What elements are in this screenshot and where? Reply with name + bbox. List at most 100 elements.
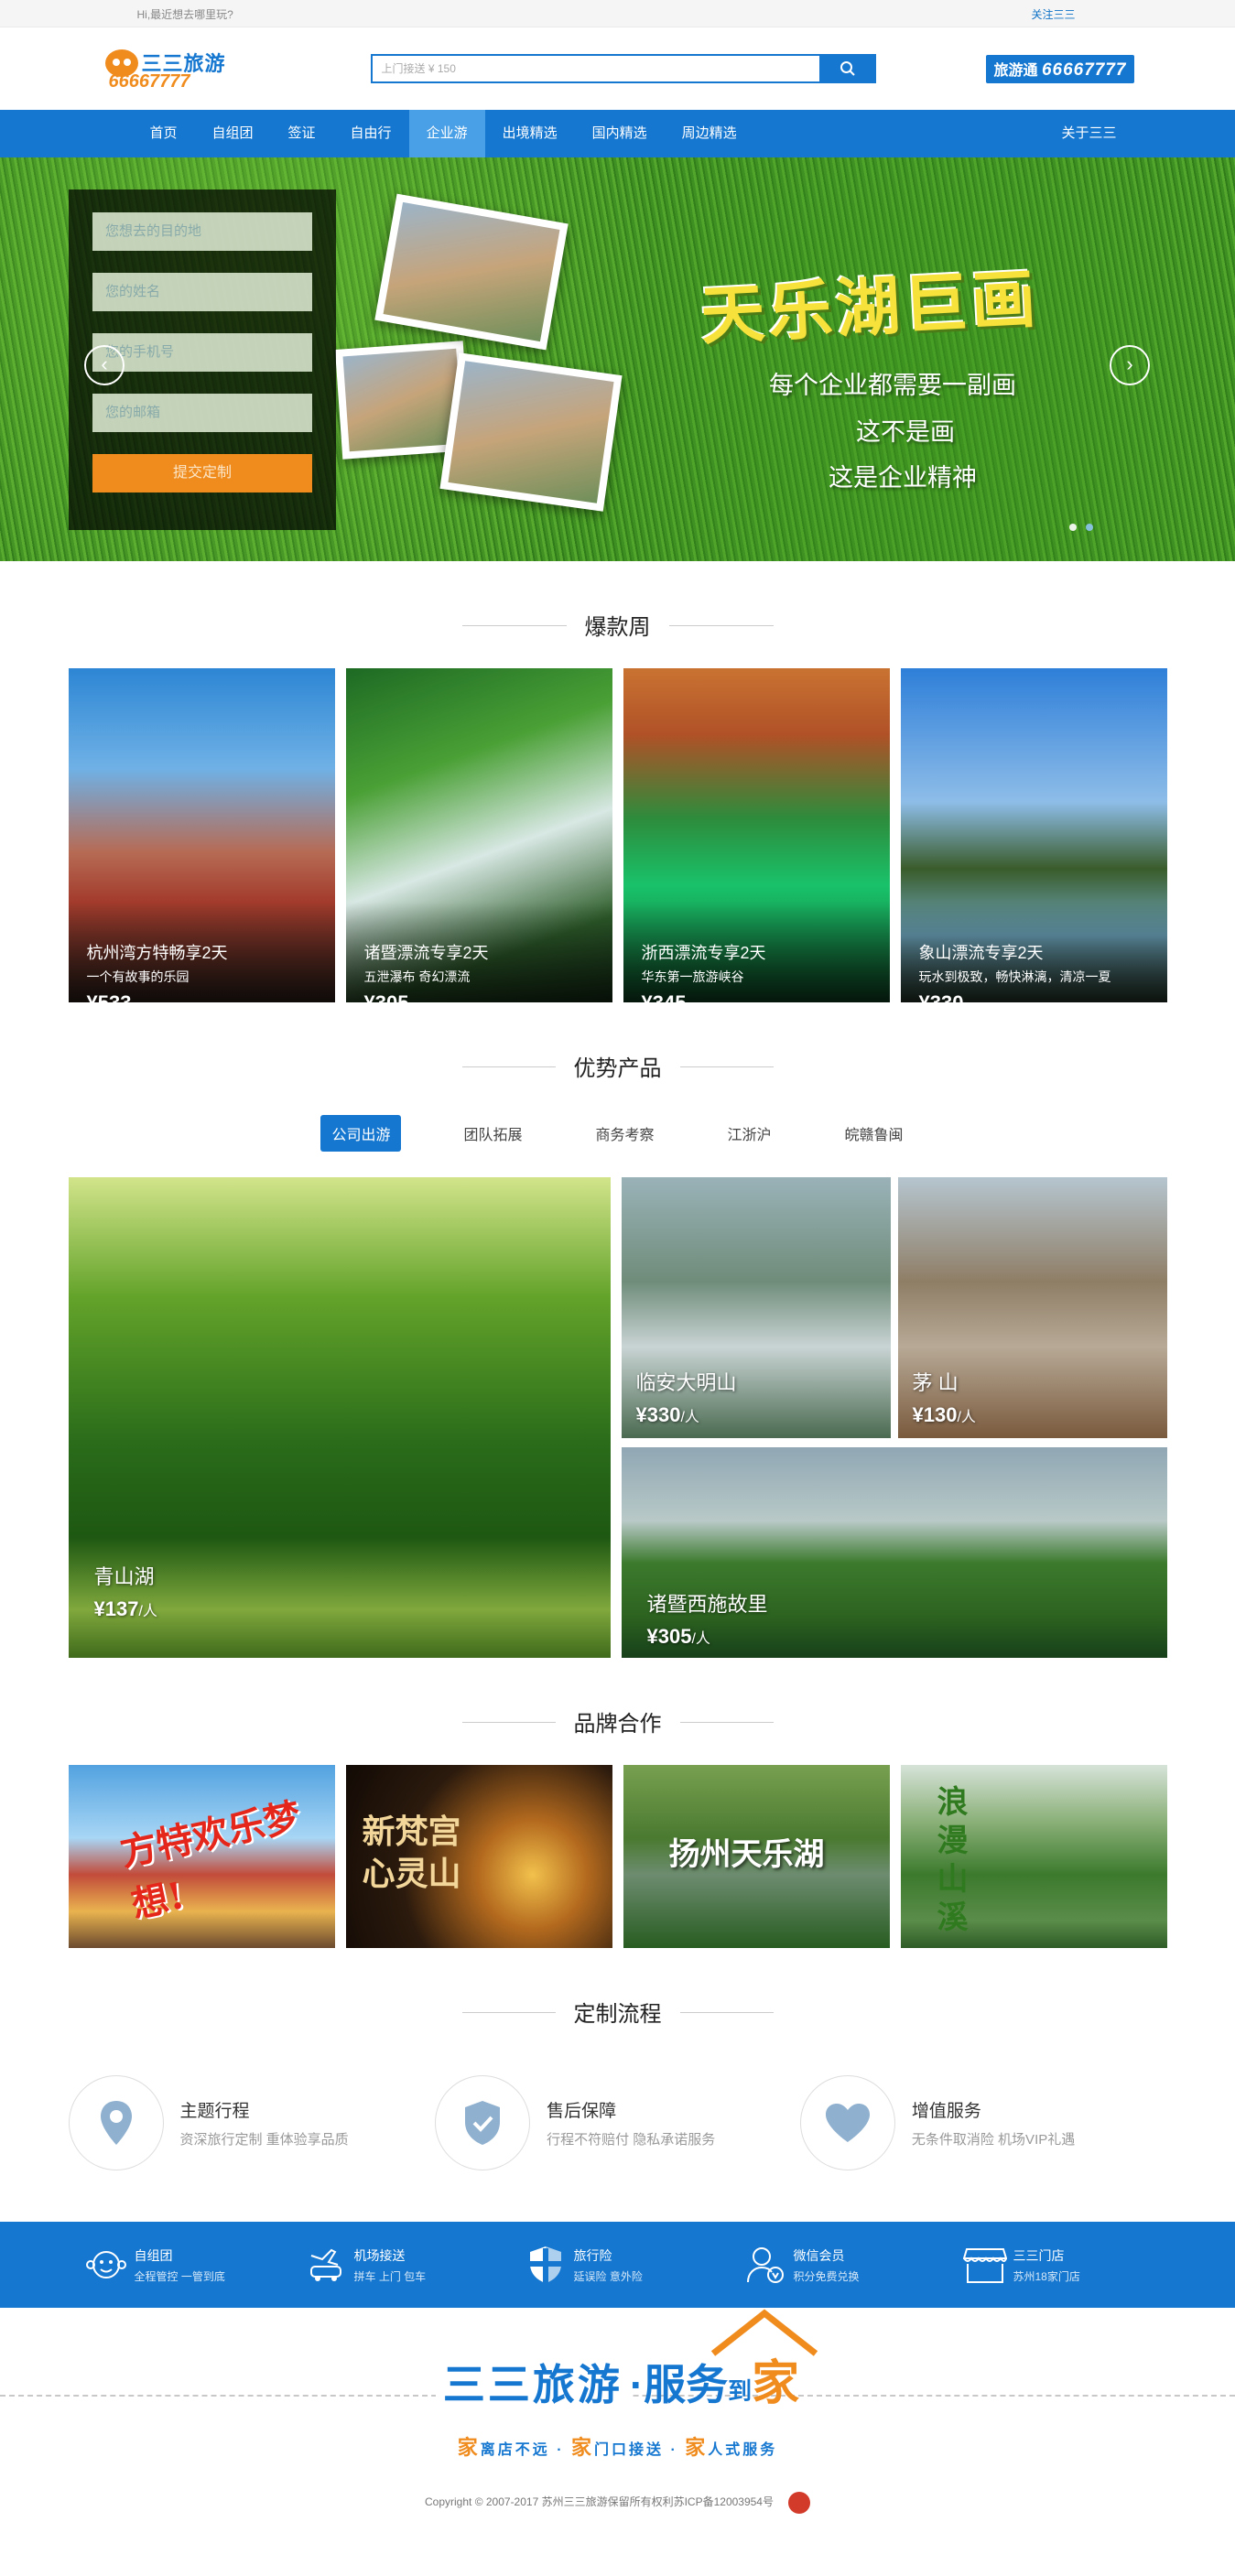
hot-card-desc: 五泄瀑布 奇幻漂流 <box>363 969 471 984</box>
service-item[interactable]: 旅行险 延误险 意外险 <box>508 2241 728 2289</box>
banner-line-2: 这不是画 <box>856 418 955 446</box>
product-name: 诸暨西施故里 <box>646 1593 768 1616</box>
nav-item-nearby[interactable]: 周边精选 <box>665 110 754 157</box>
brand-card[interactable]: 方特欢乐梦想! <box>68 1765 335 1948</box>
hot-card[interactable]: 象山漂流专享2天 玩水到极致，畅快淋漓，清凉一夏 ¥330 <box>900 668 1167 1002</box>
product-small-grid: 临安大明山 ¥330/人 茅 山 ¥130/人 诸暨西施故里 ¥305/人 <box>621 1177 1167 1658</box>
nav-item-visa[interactable]: 签证 <box>271 110 333 157</box>
tab-business[interactable]: 商务考察 <box>584 1115 665 1152</box>
product-card[interactable]: 茅 山 ¥130/人 <box>897 1177 1167 1438</box>
product-name: 茅 山 <box>912 1371 959 1394</box>
service-item[interactable]: 微信会员 积分免费兑换 <box>728 2241 948 2289</box>
hot-card-price: ¥345 <box>642 991 890 1002</box>
search-button[interactable] <box>818 54 876 83</box>
nav-item-group[interactable]: 自组团 <box>195 110 271 157</box>
location-pin-icon <box>68 2075 164 2170</box>
next-slide-arrow-icon[interactable]: › <box>1110 345 1150 385</box>
hot-card-name: 诸暨漂流专享2天 <box>363 944 489 962</box>
hot-card-desc: 华东第一旅游峡谷 <box>641 969 744 984</box>
hot-card-name: 杭州湾方特畅享2天 <box>86 944 228 962</box>
nav-item-domestic[interactable]: 国内精选 <box>575 110 665 157</box>
product-card[interactable]: 诸暨西施故里 ¥305/人 <box>621 1447 1167 1658</box>
banner-title: 天乐湖巨画 <box>699 263 1042 352</box>
name-input[interactable]: 您的姓名 <box>92 273 312 311</box>
main-nav: 首页 自组团 签证 自由行 企业游 出境精选 国内精选 周边精选 关于三三 <box>0 110 1235 157</box>
service-item[interactable]: 自组团 全程管控 一管到底 <box>69 2241 288 2289</box>
nav-item-outbound[interactable]: 出境精选 <box>485 110 575 157</box>
brand-card-title: 方特欢乐梦想! <box>115 1794 305 1927</box>
hot-card[interactable]: 浙西漂流专享2天 华东第一旅游峡谷 ¥345 <box>623 668 890 1002</box>
product-name: 青山湖 <box>93 1565 155 1588</box>
shield-icon <box>517 2241 574 2289</box>
section-title-hot: 爆款周 <box>69 609 1167 641</box>
slide-dot[interactable] <box>1086 524 1093 531</box>
brand-card-title: 新梵宫 心灵山 <box>362 1813 461 1893</box>
service-item-desc: 拼车 上门 包车 <box>353 2269 427 2283</box>
brand-card-title: 扬州天乐湖 <box>668 1836 825 1873</box>
service-item-name: 三三门店 <box>1013 2247 1065 2263</box>
process-item: 主题行程 资深旅行定制 重体验享品质 <box>68 2075 436 2170</box>
process-item-name: 增值服务 <box>911 2102 981 2121</box>
brand-card[interactable]: 浪漫山溪 <box>900 1765 1167 1948</box>
process-item-name: 售后保障 <box>547 2102 617 2121</box>
hot-card-price: ¥305 <box>364 991 612 1002</box>
process-list: 主题行程 资深旅行定制 重体验享品质 售后保障 行程不符赔付 隐私承诺服务 增值… <box>68 2075 1167 2170</box>
store-icon <box>957 2241 1013 2289</box>
process-item-name: 主题行程 <box>179 2102 250 2121</box>
service-item-desc: 苏州18家门店 <box>1013 2269 1080 2283</box>
product-price: ¥330/人 <box>635 1403 699 1426</box>
hot-card-desc: 一个有故事的乐园 <box>86 969 190 984</box>
service-item[interactable]: 三三门店 苏州18家门店 <box>948 2241 1167 2289</box>
service-item-desc: 延误险 意外险 <box>573 2269 643 2283</box>
greeting-text: Hi,最近想去哪里玩? <box>136 7 233 21</box>
nav-item-enterprise[interactable]: 企业游 <box>408 110 485 157</box>
tab-jzh[interactable]: 江浙沪 <box>717 1115 783 1152</box>
tab-company-trip[interactable]: 公司出游 <box>320 1115 402 1152</box>
logo[interactable]: 三三旅游 66667777 <box>104 46 270 92</box>
section-title-advantage: 优势产品 <box>69 1050 1167 1082</box>
nav-item-home[interactable]: 首页 <box>133 110 195 157</box>
hot-card-desc: 玩水到极致，畅快淋漓，清凉一夏 <box>918 969 1111 984</box>
nav-item-free[interactable]: 自由行 <box>333 110 409 157</box>
product-card[interactable]: 临安大明山 ¥330/人 <box>621 1177 891 1438</box>
process-item-desc: 行程不符赔付 隐私承诺服务 <box>547 2132 716 2148</box>
brand-card[interactable]: 扬州天乐湖 <box>623 1765 890 1948</box>
heart-icon <box>799 2075 895 2170</box>
hot-card[interactable]: 杭州湾方特畅享2天 一个有故事的乐园 ¥533 <box>68 668 335 1002</box>
service-bar: 自组团 全程管控 一管到底 机场接送 拼车 上门 包车 旅行险 延误险 意外险 <box>0 2222 1235 2308</box>
process-item: 增值服务 无条件取消险 机场VIP礼遇 <box>799 2075 1167 2170</box>
footer-slogan: 三三旅游 ·服务到家 <box>0 2344 1235 2413</box>
monkey-icon <box>78 2241 135 2289</box>
hot-card[interactable]: 诸暨漂流专享2天 五泄瀑布 奇幻漂流 ¥305 <box>345 668 612 1002</box>
service-item-name: 微信会员 <box>793 2247 845 2263</box>
hero-banner: 您想去的目的地 您的姓名 您的手机号 您的邮箱 提交定制 天乐湖巨画 每个企业都… <box>0 157 1235 561</box>
follow-link[interactable]: 关注三三 <box>1031 6 1075 22</box>
prev-slide-arrow-icon[interactable]: ‹ <box>84 345 125 385</box>
footer-brand: 三三旅游 <box>435 2361 630 2408</box>
tab-team-building[interactable]: 团队拓展 <box>452 1115 533 1152</box>
hotline-label: 旅游通 <box>993 62 1038 79</box>
footer: 三三旅游 ·服务到家 家离店不远 · 家门口接送 · 家人式服务 Copyrigh… <box>0 2308 1235 2548</box>
nav-item-about[interactable]: 关于三三 <box>1044 110 1133 157</box>
search-icon <box>840 61 855 76</box>
service-item[interactable]: 机场接送 拼车 上门 包车 <box>288 2241 508 2289</box>
section-title-brand: 品牌合作 <box>69 1705 1167 1737</box>
brand-card[interactable]: 新梵宫 心灵山 <box>345 1765 612 1948</box>
process-item: 售后保障 行程不符赔付 隐私承诺服务 <box>435 2075 800 2170</box>
tab-wglm[interactable]: 皖赣鲁闽 <box>834 1115 915 1152</box>
section-title-process: 定制流程 <box>69 1996 1167 2028</box>
hot-card-name: 象山漂流专享2天 <box>918 944 1044 962</box>
search-input[interactable]: 上门接送 ¥ 150 <box>370 54 819 83</box>
banner-photo <box>374 193 569 351</box>
service-item-desc: 全程管控 一管到底 <box>134 2269 225 2283</box>
banner-line-3: 这是企业精神 <box>829 464 977 492</box>
service-item-name: 自组团 <box>134 2247 173 2263</box>
service-item-name: 旅行险 <box>573 2247 612 2263</box>
product-card-large[interactable]: 青山湖 ¥137/人 <box>68 1177 611 1658</box>
product-price: ¥130/人 <box>912 1403 976 1426</box>
top-bar: Hi,最近想去哪里玩? 关注三三 <box>0 0 1235 27</box>
police-badge-icon[interactable] <box>787 2492 810 2514</box>
hotline-number: 66667777 <box>1041 60 1127 80</box>
destination-input[interactable]: 您想去的目的地 <box>92 212 312 251</box>
slide-dot[interactable] <box>1069 524 1077 531</box>
